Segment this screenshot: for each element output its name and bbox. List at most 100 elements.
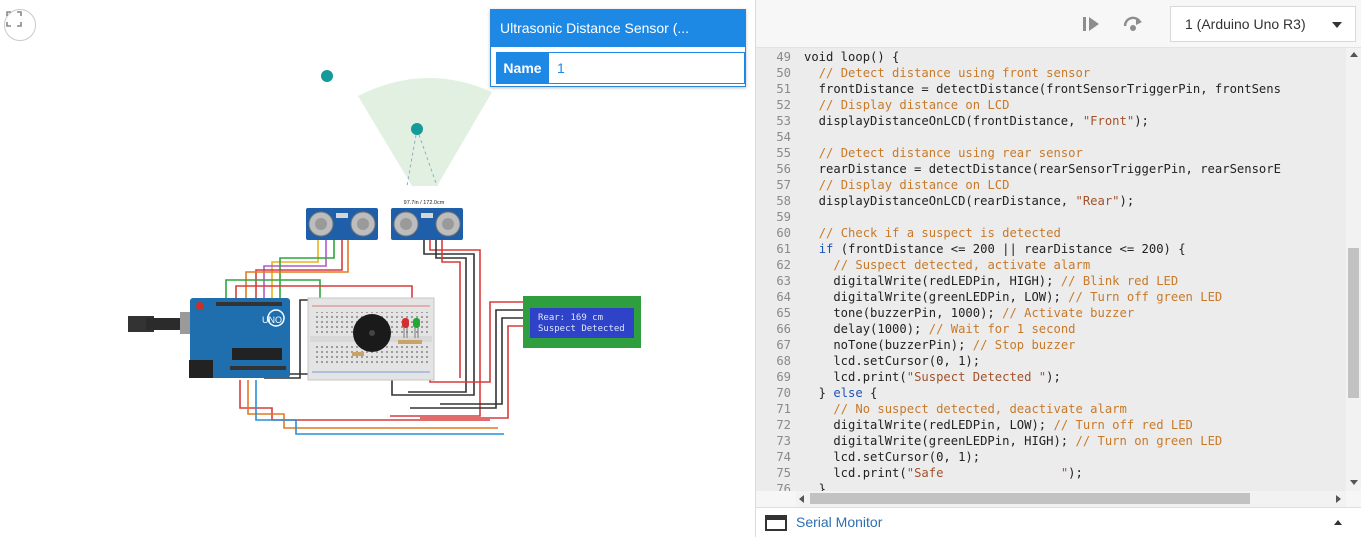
- line-number: 55: [776, 146, 791, 160]
- code-line: 61 if (frontDistance <= 200 || rearDista…: [756, 241, 1361, 257]
- vertical-scroll-thumb[interactable]: [1348, 248, 1359, 398]
- code-line: 76 }: [756, 481, 1361, 491]
- target-point-handle[interactable]: [321, 70, 333, 82]
- code-text: displayDistanceOnLCD(frontDistance, "Fro…: [804, 114, 1149, 128]
- code-line: 74 lcd.setCursor(0, 1);: [756, 449, 1361, 465]
- code-line: 52 // Display distance on LCD: [756, 97, 1361, 113]
- line-number: 63: [776, 274, 791, 288]
- line-number: 62: [776, 258, 791, 272]
- lcd-16x2[interactable]: Rear: 169 cm Suspect Detected: [523, 296, 641, 348]
- svg-text:UNO: UNO: [262, 315, 282, 325]
- line-number: 67: [776, 338, 791, 352]
- chevron-up-icon[interactable]: [1334, 520, 1342, 525]
- code-line: 70 } else {: [756, 385, 1361, 401]
- component-inspector: Ultrasonic Distance Sensor (... Name 1: [490, 9, 746, 87]
- code-lines: 49 void loop() {50 // Detect distance usi…: [756, 49, 1361, 491]
- line-number: 68: [776, 354, 791, 368]
- line-number: 70: [776, 386, 791, 400]
- line-number: 72: [776, 418, 791, 432]
- serial-monitor-icon: [765, 515, 787, 531]
- code-text: if (frontDistance <= 200 || rearDistance…: [818, 242, 1186, 256]
- code-line: 54: [756, 129, 1361, 145]
- horizontal-scrollbar[interactable]: [796, 491, 1346, 507]
- line-number: 52: [776, 98, 791, 112]
- code-line: 68 lcd.setCursor(0, 1);: [756, 353, 1361, 369]
- code-text: digitalWrite(greenLEDPin, LOW); // Turn …: [804, 290, 1223, 304]
- line-number: 59: [776, 210, 791, 224]
- code-text: lcd.setCursor(0, 1);: [804, 354, 981, 368]
- code-editor[interactable]: 49 void loop() {50 // Detect distance usi…: [756, 48, 1361, 491]
- device-select[interactable]: 1 (Arduino Uno R3): [1170, 6, 1356, 42]
- line-number: 60: [776, 226, 791, 240]
- code-text: digitalWrite(redLEDPin, HIGH); // Blink …: [804, 274, 1179, 288]
- line-number: 74: [776, 450, 791, 464]
- horizontal-scroll-thumb[interactable]: [810, 493, 1250, 504]
- line-number: 73: [776, 434, 791, 448]
- code-text: lcd.print("Suspect Detected ");: [804, 370, 1061, 384]
- scroll-right-icon[interactable]: [1336, 495, 1341, 503]
- line-number: 57: [776, 178, 791, 192]
- code-text: } else {: [804, 386, 878, 400]
- code-text: // Display distance on LCD: [818, 178, 1010, 192]
- code-line: 64 digitalWrite(greenLEDPin, LOW); // Tu…: [756, 289, 1361, 305]
- code-line: 59: [756, 209, 1361, 225]
- code-text: rearDistance = detectDistance(rearSensor…: [804, 162, 1281, 176]
- code-line: 66 delay(1000); // Wait for 1 second: [756, 321, 1361, 337]
- distance-readout: 97.7in / 172.0cm: [404, 200, 445, 206]
- line-number: 76: [776, 482, 791, 491]
- line-number: 64: [776, 290, 791, 304]
- code-text: lcd.setCursor(0, 1);: [804, 450, 981, 464]
- name-input[interactable]: 1: [549, 52, 745, 84]
- code-line: 62 // Suspect detected, activate alarm: [756, 257, 1361, 273]
- ultrasonic-sensor-front[interactable]: [391, 208, 463, 240]
- scroll-up-icon[interactable]: [1350, 52, 1358, 57]
- line-number: 53: [776, 114, 791, 128]
- line-number: 61: [776, 242, 791, 256]
- code-line: 50 // Detect distance using front sensor: [756, 65, 1361, 81]
- line-number: 56: [776, 162, 791, 176]
- line-number: 75: [776, 466, 791, 480]
- object-handle[interactable]: [411, 123, 423, 135]
- restart-icon[interactable]: [1122, 14, 1144, 34]
- code-line: 60 // Check if a suspect is detected: [756, 225, 1361, 241]
- chevron-down-icon: [1332, 22, 1342, 28]
- scroll-left-icon[interactable]: [799, 495, 804, 503]
- code-line: 56 rearDistance = detectDistance(rearSen…: [756, 161, 1361, 177]
- code-line: 57 // Display distance on LCD: [756, 177, 1361, 193]
- code-line: 71 // No suspect detected, deactivate al…: [756, 401, 1361, 417]
- code-line: 63 digitalWrite(redLEDPin, HIGH); // Bli…: [756, 273, 1361, 289]
- ultrasonic-sensor-rear[interactable]: [306, 208, 378, 240]
- step-icon[interactable]: [1080, 14, 1102, 34]
- scroll-down-icon[interactable]: [1350, 480, 1358, 485]
- code-line: 53 displayDistanceOnLCD(frontDistance, "…: [756, 113, 1361, 129]
- code-text: digitalWrite(greenLEDPin, HIGH); // Turn…: [804, 434, 1223, 448]
- line-number: 49: [776, 50, 791, 64]
- line-number: 69: [776, 370, 791, 384]
- device-select-value: 1 (Arduino Uno R3): [1185, 16, 1306, 32]
- code-text: frontDistance = detectDistance(frontSens…: [804, 82, 1281, 96]
- line-number: 51: [776, 82, 791, 96]
- inspector-title: Ultrasonic Distance Sensor (...: [491, 10, 745, 47]
- code-text: tone(buzzerPin, 1000); // Activate buzze…: [804, 306, 1135, 320]
- code-text: // Detect distance using front sensor: [818, 66, 1091, 80]
- code-text: displayDistanceOnLCD(rearDistance, "Rear…: [804, 194, 1135, 208]
- serial-monitor-bar[interactable]: Serial Monitor: [756, 507, 1361, 537]
- code-line: 75 lcd.print("Safe ");: [756, 465, 1361, 481]
- code-line: 51 frontDistance = detectDistance(frontS…: [756, 81, 1361, 97]
- circuit-canvas[interactable]: 97.7in / 172.0cm UNO Rear: 169 cm Suspec…: [0, 0, 755, 537]
- serial-monitor-label[interactable]: Serial Monitor: [796, 514, 882, 530]
- code-line: 55 // Detect distance using rear sensor: [756, 145, 1361, 161]
- code-line: 72 digitalWrite(redLEDPin, LOW); // Turn…: [756, 417, 1361, 433]
- piezo-buzzer[interactable]: [353, 314, 391, 352]
- code-text: noTone(buzzerPin); // Stop buzzer: [804, 338, 1076, 352]
- arduino-uno-board[interactable]: UNO: [128, 298, 290, 378]
- line-number: 71: [776, 402, 791, 416]
- code-text: // Check if a suspect is detected: [818, 226, 1061, 240]
- code-line: 67 noTone(buzzerPin); // Stop buzzer: [756, 337, 1361, 353]
- lcd-line-2: Suspect Detected: [538, 324, 625, 334]
- code-text: // Display distance on LCD: [818, 98, 1010, 112]
- code-text: digitalWrite(redLEDPin, LOW); // Turn of…: [804, 418, 1193, 432]
- name-row: Name 1: [496, 52, 745, 84]
- line-number: 65: [776, 306, 791, 320]
- code-toolbar: 1 (Arduino Uno R3): [756, 0, 1361, 48]
